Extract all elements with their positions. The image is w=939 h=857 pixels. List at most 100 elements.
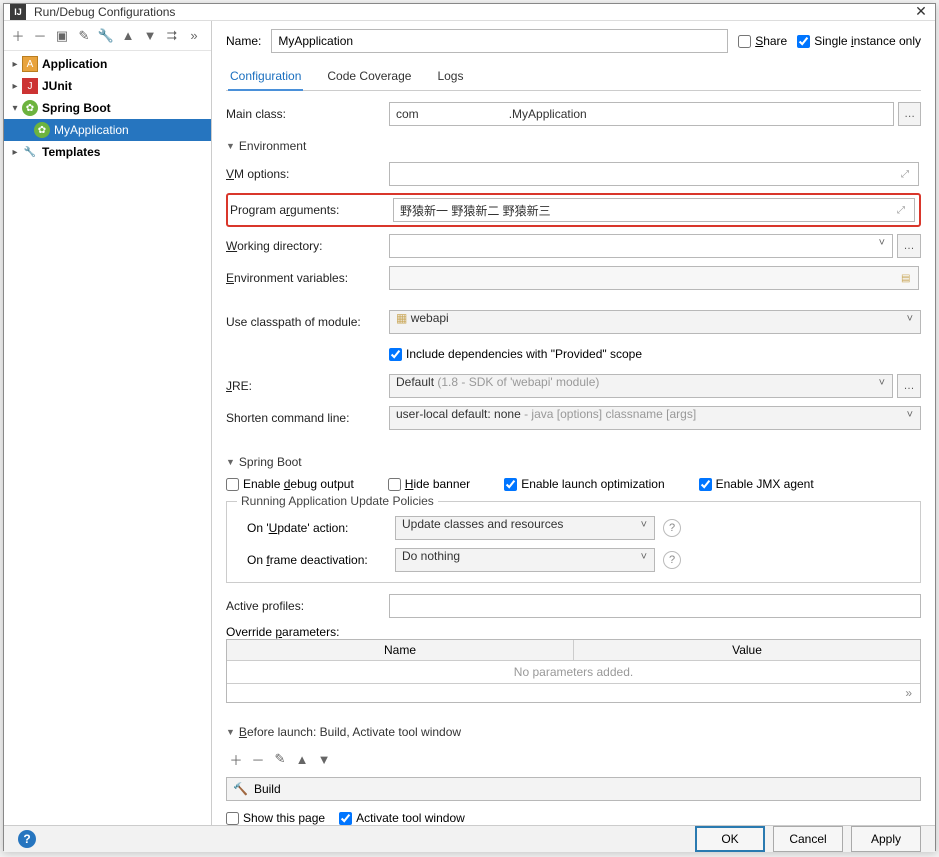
up-icon[interactable]: ▲ <box>292 749 312 769</box>
close-icon[interactable]: ✕ <box>913 4 929 20</box>
help-icon[interactable]: ? <box>663 519 681 537</box>
env-section[interactable]: ▼Environment <box>226 139 921 153</box>
wrench-icon[interactable]: 🔧 <box>96 26 116 46</box>
chevron-down-icon: ▼ <box>226 457 235 467</box>
tree-label: Application <box>42 57 107 71</box>
vm-options-label: VM options: <box>226 167 381 181</box>
help-icon[interactable]: ? <box>18 830 36 848</box>
enable-debug-checkbox[interactable]: Enable debug output <box>226 477 354 491</box>
working-dir-input[interactable] <box>389 234 893 258</box>
classpath-select[interactable]: ▦ webapi <box>389 310 921 334</box>
config-toolbar: ＋ － ▣ ✎ 🔧 ▲ ▼ ⮆ » <box>4 21 211 51</box>
wrench-icon: 🔧 <box>22 144 38 160</box>
save-icon[interactable]: ✎ <box>74 26 94 46</box>
jre-label: JRE: <box>226 379 381 393</box>
update-action-label: On 'Update' action: <box>237 521 387 535</box>
working-dir-label: Working directory: <box>226 239 381 253</box>
hide-banner-checkbox[interactable]: Hide banner <box>388 477 470 491</box>
springboot-section[interactable]: ▼Spring Boot <box>226 455 921 469</box>
shorten-select[interactable]: user-local default: none - java [options… <box>389 406 921 430</box>
copy-icon[interactable]: ▣ <box>52 26 72 46</box>
env-vars-label: Environment variables: <box>226 271 381 285</box>
tree-item-junit[interactable]: ▸ J JUnit <box>4 75 211 97</box>
chevron-right-icon: ▸ <box>8 147 22 158</box>
tree-item-myapplication[interactable]: ✿ MyApplication <box>4 119 211 141</box>
active-profiles-input[interactable] <box>389 594 921 618</box>
hammer-icon: 🔨 <box>233 782 248 796</box>
vm-options-input[interactable] <box>389 162 919 186</box>
tree-label: Spring Boot <box>42 101 111 115</box>
tab-configuration[interactable]: Configuration <box>228 63 303 91</box>
shorten-label: Shorten command line: <box>226 411 381 425</box>
frame-deactivation-select[interactable]: Do nothing <box>395 548 655 572</box>
th-name: Name <box>227 640 574 660</box>
chevron-right-icon: ▸ <box>8 59 22 70</box>
window-title: Run/Debug Configurations <box>34 5 913 19</box>
expand-icon[interactable]: ⤢ <box>901 167 915 181</box>
build-label: Build <box>254 782 281 796</box>
show-this-page-checkbox[interactable]: Show this page <box>226 811 325 825</box>
name-label: Name: <box>226 34 261 48</box>
jmx-checkbox[interactable]: Enable JMX agent <box>699 477 814 491</box>
chevron-down-icon: ▼ <box>226 727 235 737</box>
browse-button[interactable]: … <box>898 102 921 126</box>
tab-logs[interactable]: Logs <box>435 63 465 90</box>
remove-icon[interactable]: － <box>30 26 50 46</box>
module-icon: ▦ <box>396 311 407 325</box>
down-icon[interactable]: ▼ <box>314 749 334 769</box>
junit-icon: J <box>22 78 38 94</box>
tree-item-application[interactable]: ▸ A Application <box>4 53 211 75</box>
share-checkbox[interactable]: SSharehare <box>738 34 787 48</box>
tree-label: Templates <box>42 145 100 159</box>
tab-code-coverage[interactable]: Code Coverage <box>325 63 413 90</box>
program-args-label: Program arguments: <box>230 203 385 217</box>
tree-label: JUnit <box>42 79 72 93</box>
titlebar: IJ Run/Debug Configurations ✕ <box>4 4 935 21</box>
tree-label: MyApplication <box>54 123 129 137</box>
active-profiles-label: Active profiles: <box>226 599 381 613</box>
apply-button[interactable]: Apply <box>851 826 921 852</box>
tree-item-templates[interactable]: ▸ 🔧 Templates <box>4 141 211 163</box>
up-icon[interactable]: ▲ <box>118 26 138 46</box>
more-icon[interactable]: » <box>905 686 912 700</box>
app-icon: IJ <box>10 4 26 20</box>
main-class-input[interactable] <box>389 102 894 126</box>
main-class-label: Main class: <box>226 107 381 121</box>
classpath-label: Use classpath of module: <box>226 315 381 329</box>
more-icon[interactable]: » <box>184 26 204 46</box>
override-params-table: Name Value No parameters added. » <box>226 639 921 703</box>
tabs: Configuration Code Coverage Logs <box>226 63 921 91</box>
edit-icon[interactable]: ✎ <box>270 749 290 769</box>
include-dependencies-checkbox[interactable]: Include dependencies with "Provided" sco… <box>389 347 642 361</box>
expand-icon[interactable]: ⤢ <box>897 203 911 217</box>
frame-deactivation-label: On frame deactivation: <box>237 553 387 567</box>
config-tree: ▸ A Application ▸ J JUnit ▾ ✿ Spring Boo… <box>4 51 211 825</box>
browse-button[interactable]: … <box>897 374 921 398</box>
jre-select[interactable]: Default (1.8 - SDK of 'webapi' module) <box>389 374 893 398</box>
env-vars-input[interactable] <box>389 266 919 290</box>
help-icon[interactable]: ? <box>663 551 681 569</box>
chevron-down-icon: ▾ <box>8 103 22 114</box>
down-icon[interactable]: ▼ <box>140 26 160 46</box>
tree-item-springboot[interactable]: ▾ ✿ Spring Boot <box>4 97 211 119</box>
program-args-input[interactable] <box>393 198 915 222</box>
single-instance-checkbox[interactable]: Single instance only <box>797 34 921 48</box>
build-task[interactable]: 🔨 Build <box>226 777 921 801</box>
update-action-select[interactable]: Update classes and resources <box>395 516 655 540</box>
override-params-label: Override parameters: <box>226 625 921 639</box>
spring-icon: ✿ <box>34 122 50 138</box>
cancel-button[interactable]: Cancel <box>773 826 843 852</box>
launch-opt-checkbox[interactable]: Enable launch optimization <box>504 477 664 491</box>
application-icon: A <box>22 56 38 72</box>
add-icon[interactable]: ＋ <box>226 749 246 769</box>
remove-icon[interactable]: － <box>248 749 268 769</box>
before-launch-section[interactable]: ▼Before launch: Build, Activate tool win… <box>226 725 921 739</box>
activate-tool-window-checkbox[interactable]: Activate tool window <box>339 811 465 825</box>
empty-text: No parameters added. <box>227 661 920 683</box>
ok-button[interactable]: OK <box>695 826 765 852</box>
name-input[interactable] <box>271 29 728 53</box>
folder-icon[interactable]: ⮆ <box>162 26 182 46</box>
browse-button[interactable]: … <box>897 234 921 258</box>
add-icon[interactable]: ＋ <box>8 26 28 46</box>
folder-icon[interactable]: ▤ <box>901 271 915 285</box>
